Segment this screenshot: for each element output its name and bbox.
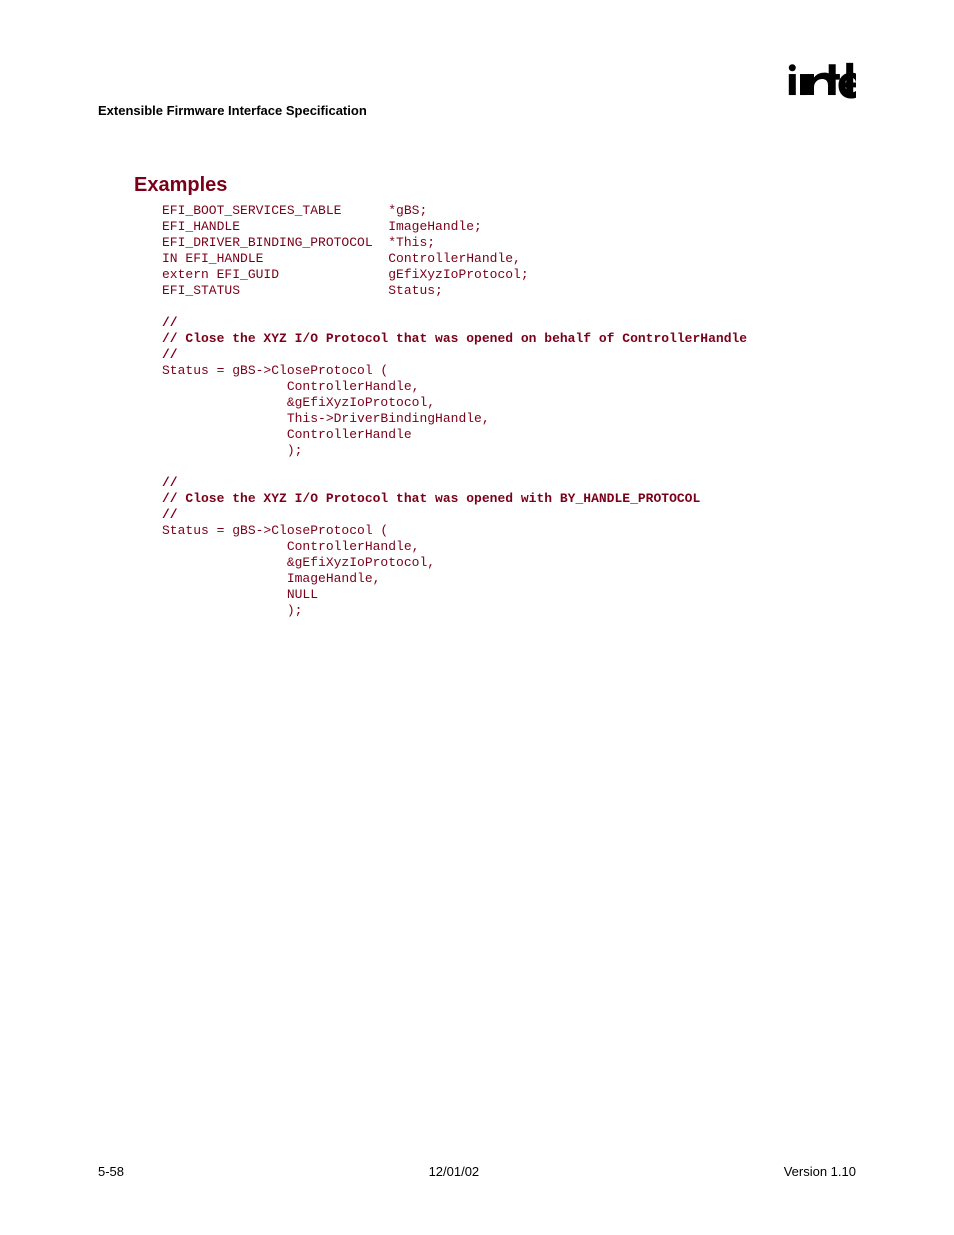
code-line: ); — [162, 443, 302, 458]
page: Extensible Firmware Interface Specificat… — [0, 0, 954, 1235]
code-comment: // — [162, 347, 178, 362]
footer-page-number: 5-58 — [98, 1164, 124, 1179]
code-comment: // — [162, 475, 178, 490]
footer-date: 12/01/02 — [429, 1164, 480, 1179]
code-line: EFI_HANDLE ImageHandle; — [162, 219, 482, 234]
code-line: ImageHandle, — [162, 571, 380, 586]
code-line: Status = gBS->CloseProtocol ( — [162, 363, 388, 378]
intel-logo — [786, 60, 856, 100]
section-heading: Examples — [134, 174, 856, 197]
code-line: extern EFI_GUID gEfiXyzIoProtocol; — [162, 267, 529, 282]
page-footer: 5-58 12/01/02 Version 1.10 — [98, 1164, 856, 1179]
code-line: &gEfiXyzIoProtocol, — [162, 555, 435, 570]
code-line: &gEfiXyzIoProtocol, — [162, 395, 435, 410]
header-title: Extensible Firmware Interface Specificat… — [98, 103, 367, 118]
footer-version: Version 1.10 — [784, 1164, 856, 1179]
code-line: EFI_DRIVER_BINDING_PROTOCOL *This; — [162, 235, 435, 250]
code-line: ControllerHandle — [162, 427, 412, 442]
code-comment: // Close the XYZ I/O Protocol that was o… — [162, 331, 747, 346]
code-line: NULL — [162, 587, 318, 602]
code-line: ControllerHandle, — [162, 379, 419, 394]
code-line: IN EFI_HANDLE ControllerHandle, — [162, 251, 521, 266]
code-line: ControllerHandle, — [162, 539, 419, 554]
code-line: This->DriverBindingHandle, — [162, 411, 490, 426]
code-line: ); — [162, 603, 302, 618]
code-block: EFI_BOOT_SERVICES_TABLE *gBS; EFI_HANDLE… — [162, 203, 856, 619]
code-comment: // — [162, 507, 178, 522]
page-header: Extensible Firmware Interface Specificat… — [98, 88, 856, 118]
code-line: Status = gBS->CloseProtocol ( — [162, 523, 388, 538]
code-comment: // Close the XYZ I/O Protocol that was o… — [162, 491, 700, 506]
code-line: EFI_STATUS Status; — [162, 283, 443, 298]
code-comment: // — [162, 315, 178, 330]
code-line: EFI_BOOT_SERVICES_TABLE *gBS; — [162, 203, 427, 218]
